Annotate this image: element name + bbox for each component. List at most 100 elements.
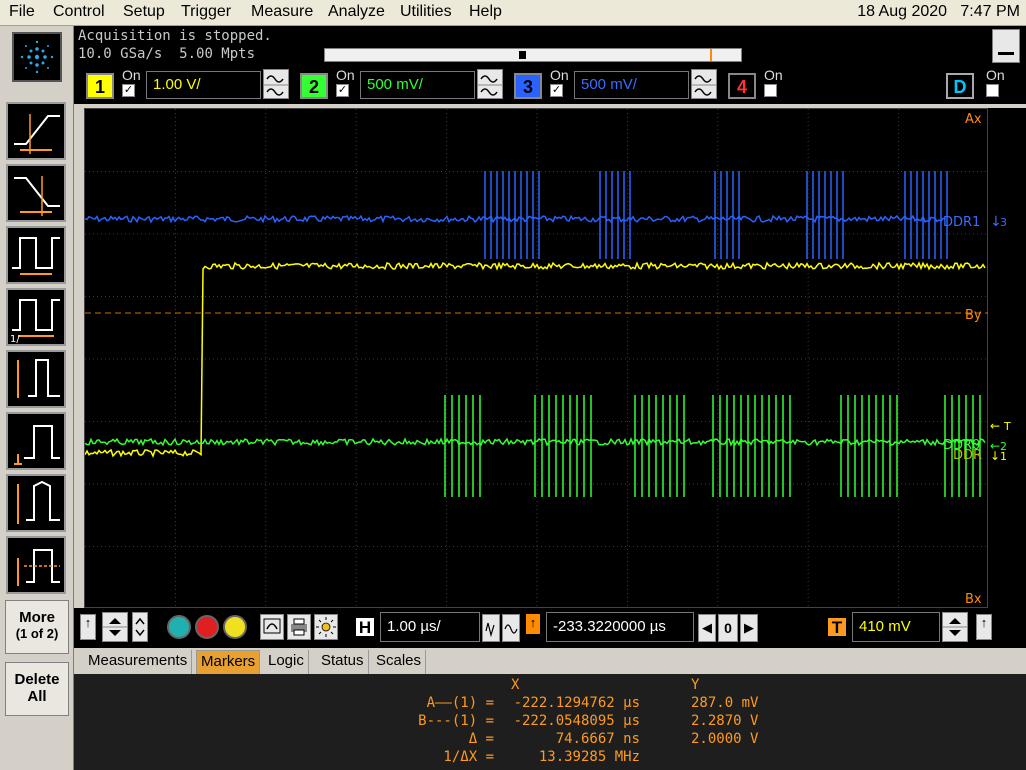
tab-status[interactable]: Status xyxy=(317,650,369,674)
tab-scales[interactable]: Scales xyxy=(372,650,427,674)
channel-3-scale[interactable]: 500 mV/ xyxy=(574,71,689,99)
wave-icon xyxy=(692,75,716,96)
sample-rate: 10.0 GSa/s xyxy=(78,46,163,62)
menu-help[interactable]: Help xyxy=(469,3,502,21)
channel-3-reference-label: 3 xyxy=(1000,216,1007,229)
timebase-field[interactable]: 1.00 µs/ xyxy=(380,612,480,642)
channel-3-button[interactable]: 3 xyxy=(514,73,542,99)
waveform-display[interactable]: Ax By Bx DDR1 DDR0 DDR xyxy=(84,108,989,609)
trigger-arrow-up-button[interactable]: ↑ xyxy=(976,614,992,640)
channel-2-scale[interactable]: 500 mV/ xyxy=(360,71,475,99)
trigger-position-icon: ↑ xyxy=(526,614,540,634)
printer-icon xyxy=(291,618,307,636)
menu-utilities[interactable]: Utilities xyxy=(400,3,452,21)
channel-1-button[interactable]: 1 xyxy=(86,73,114,99)
horizontal-label[interactable]: H xyxy=(354,616,376,638)
timebase-coarse-button[interactable] xyxy=(502,614,520,642)
channel-2-on-checkbox[interactable]: ✓ xyxy=(336,84,349,97)
timebase-fine-button[interactable] xyxy=(482,614,500,642)
tab-measurements[interactable]: Measurements xyxy=(84,650,193,674)
vertical-stepper[interactable] xyxy=(102,612,128,642)
channel-2-coupling-button[interactable] xyxy=(477,69,503,99)
more-page-label: (1 of 2) xyxy=(15,626,59,641)
starburst-icon xyxy=(20,40,54,74)
digital-on-checkbox[interactable] xyxy=(986,84,999,97)
marker-delta-x-value: 74.6667 ns xyxy=(555,731,640,747)
channel-1-scale[interactable]: 1.00 V/ xyxy=(146,71,261,99)
waveform-canvas: Ax By Bx DDR1 DDR0 DDR xyxy=(85,109,989,609)
fall-time-button[interactable] xyxy=(6,164,66,222)
date-text: 18 Aug 2020 xyxy=(857,3,948,20)
delay-left-button[interactable]: ◀ xyxy=(698,614,716,642)
frequency-icon: 1/ xyxy=(10,299,60,344)
channel-3-on-checkbox[interactable]: ✓ xyxy=(550,84,563,97)
trigger-level-stepper[interactable] xyxy=(942,612,968,642)
channel-4-on-checkbox[interactable] xyxy=(764,84,777,97)
svg-text:1/: 1/ xyxy=(10,334,20,344)
amplitude-button[interactable] xyxy=(6,350,66,408)
channel-1-on-checkbox[interactable]: ✓ xyxy=(122,84,135,97)
horizontal-delay-field[interactable]: -233.3220000 µs xyxy=(546,612,694,642)
top-button[interactable] xyxy=(6,412,66,470)
markers-header-y: Y xyxy=(691,677,700,693)
tab-markers[interactable]: Markers xyxy=(196,650,261,674)
peak-to-peak-button[interactable] xyxy=(6,474,66,532)
marker-b-x-value: -222.0548095 µs xyxy=(513,713,640,729)
channel-1-coupling-button[interactable] xyxy=(263,69,289,99)
menu-file[interactable]: File xyxy=(9,3,35,21)
rise-time-button[interactable] xyxy=(6,102,66,160)
trigger-label[interactable]: T xyxy=(826,616,848,638)
frequency-button[interactable]: 1/ xyxy=(6,288,66,346)
color-cyan-button[interactable] xyxy=(167,615,191,639)
channel-4-button[interactable]: 4 xyxy=(728,73,756,99)
memory-timeline-bar[interactable] xyxy=(324,48,742,62)
channel-3-coupling-button[interactable] xyxy=(691,69,717,99)
expand-stepper[interactable] xyxy=(132,612,148,642)
color-red-button[interactable] xyxy=(195,615,219,639)
markers-panel: X Y A——(1) = -222.1294762 µs 287.0 mV B-… xyxy=(74,674,1026,770)
horizontal-controls-bar: ↑ H 1.00 µs/ ↑ -233.3220000 µs ◀ 0 ▶ T 4… xyxy=(74,608,1026,648)
keysight-logo[interactable] xyxy=(12,32,62,82)
brightness-button[interactable] xyxy=(314,614,338,640)
menu-bar: File Control Setup Trigger Measure Analy… xyxy=(0,0,1026,26)
menu-measure[interactable]: Measure xyxy=(251,3,313,21)
period-button[interactable] xyxy=(6,226,66,284)
color-yellow-button[interactable] xyxy=(223,615,247,639)
marker-delta-label: Δ = xyxy=(468,731,494,747)
print-button[interactable] xyxy=(287,614,311,640)
autoscale-button[interactable] xyxy=(260,614,284,640)
trigger-level-field[interactable]: 410 mV xyxy=(852,612,940,642)
minimize-button[interactable] xyxy=(992,29,1020,63)
left-toolbar: 1/ More (1 of 2) Delete All xyxy=(0,26,74,770)
acquisition-status: Acquisition is stopped. 10.0 GSa/s 5.00 … xyxy=(78,27,272,63)
menu-control[interactable]: Control xyxy=(53,3,105,21)
more-label: More xyxy=(19,609,55,626)
delay-zero-button[interactable]: 0 xyxy=(718,614,738,642)
marker-inverse-delta-label: 1/ΔX = xyxy=(443,749,494,765)
delay-right-button[interactable]: ▶ xyxy=(740,614,758,642)
digital-channel-button[interactable]: D xyxy=(946,73,974,99)
menu-trigger[interactable]: Trigger xyxy=(181,3,231,21)
channel-3-on-label: On xyxy=(550,67,569,83)
top-icon xyxy=(14,425,60,465)
menu-setup[interactable]: Setup xyxy=(123,3,165,21)
channel-row: 1 On ✓ 1.00 V/ 2 On ✓ 500 mV/ 3 On ✓ 500… xyxy=(74,66,1026,104)
ddr0-ghost-label: DDR xyxy=(953,448,982,463)
average-icon xyxy=(17,549,60,586)
period-icon xyxy=(12,237,60,275)
menu-analyze[interactable]: Analyze xyxy=(328,3,385,21)
average-button[interactable] xyxy=(6,536,66,594)
arrow-up-button[interactable]: ↑ xyxy=(80,614,96,640)
channel-2-on-label: On xyxy=(336,67,355,83)
all-label: All xyxy=(27,688,47,705)
marker-b-y-value: 2.2870 V xyxy=(691,713,759,729)
tab-logic[interactable]: Logic xyxy=(264,650,309,674)
marker-a-label: A——(1) = xyxy=(426,695,494,711)
channel-1-reference-label: 1 xyxy=(1000,450,1007,463)
channel-3-trace xyxy=(85,171,948,259)
more-button[interactable]: More (1 of 2) xyxy=(5,600,69,654)
channel-2-button[interactable]: 2 xyxy=(300,73,328,99)
arrow-up-icon: ↑ xyxy=(84,615,92,630)
delete-all-button[interactable]: Delete All xyxy=(5,662,69,716)
svg-text:←: ← xyxy=(990,419,1000,433)
